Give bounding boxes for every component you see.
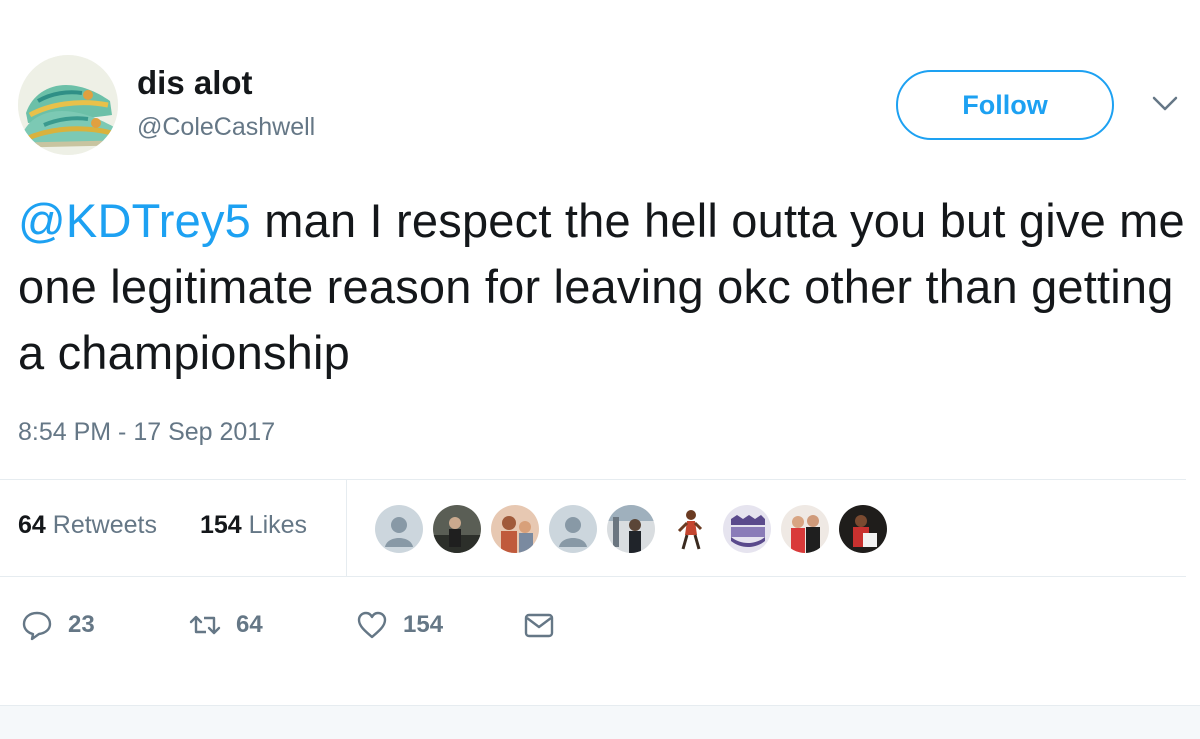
liker-avatar[interactable] (605, 503, 657, 555)
liker-avatar[interactable] (837, 503, 889, 555)
retweet-icon (189, 615, 221, 635)
divider (0, 576, 1186, 577)
liker-avatar[interactable] (779, 503, 831, 555)
tweet-text: @KDTrey5 man I respect the hell outta yo… (18, 188, 1188, 386)
liker-avatar[interactable] (431, 503, 483, 555)
retweets-count: 64 (18, 511, 46, 539)
display-name[interactable]: dis alot (137, 64, 253, 102)
tweet-card: dis alot @ColeCashwell Follow @KDTrey5 m… (0, 0, 1200, 705)
direct-message-button[interactable] (522, 605, 556, 645)
photo-avatar-icon (665, 505, 713, 553)
photo-avatar-icon (433, 505, 481, 553)
retweet-count: 64 (236, 611, 263, 638)
liker-avatar[interactable] (373, 503, 425, 555)
liker-avatar[interactable] (489, 503, 541, 555)
retweets-stat[interactable]: 64 Retweets (18, 511, 157, 540)
reply-icon (22, 611, 52, 641)
logo-avatar-icon (723, 505, 771, 553)
liker-avatar[interactable] (547, 503, 599, 555)
user-avatar[interactable] (18, 55, 118, 155)
tweet-timestamp[interactable]: 8:54 PM - 17 Sep 2017 (18, 418, 275, 447)
like-button[interactable]: 154 (355, 605, 443, 645)
retweets-label: Retweets (45, 511, 157, 539)
photo-avatar-icon (781, 505, 829, 553)
photo-avatar-icon (607, 505, 655, 553)
retweet-button[interactable]: 64 (188, 605, 263, 645)
sneaker-icon (18, 55, 118, 155)
reply-count: 23 (68, 611, 95, 638)
liker-avatar[interactable] (721, 503, 773, 555)
photo-avatar-icon (491, 505, 539, 553)
liker-avatar[interactable] (663, 503, 715, 555)
reply-area-strip (0, 705, 1200, 739)
divider (0, 479, 1186, 480)
heart-icon (357, 611, 387, 639)
mention-link[interactable]: @KDTrey5 (18, 194, 251, 247)
like-count: 154 (403, 611, 444, 638)
chevron-down-icon[interactable] (1150, 92, 1180, 116)
divider (346, 480, 347, 576)
likes-stat[interactable]: 154 Likes (200, 511, 307, 540)
likes-label: Likes (241, 511, 308, 539)
reply-button[interactable]: 23 (20, 605, 95, 645)
default-avatar-icon (549, 505, 597, 553)
default-avatar-icon (375, 505, 423, 553)
user-handle[interactable]: @ColeCashwell (137, 113, 315, 142)
follow-button[interactable]: Follow (896, 70, 1114, 140)
envelope-icon (524, 613, 554, 638)
likes-count: 154 (200, 511, 242, 539)
photo-avatar-icon (839, 505, 887, 553)
